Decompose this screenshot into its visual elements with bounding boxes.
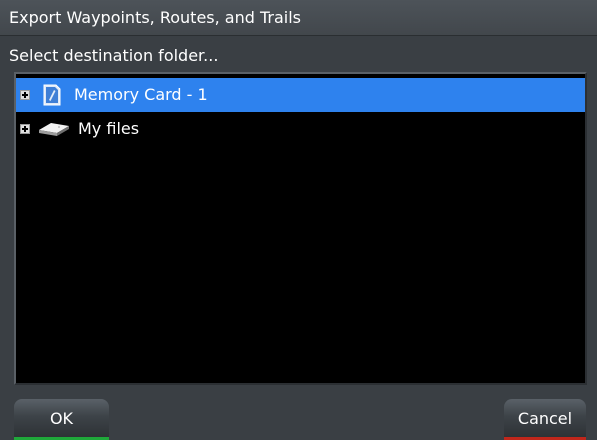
tree-item-label: My files [78,119,140,138]
folder-tree[interactable]: Memory Card - 1 My files [14,72,587,385]
export-dialog: Export Waypoints, Routes, and Trails Sel… [0,0,597,440]
tree-item-memory-card[interactable]: Memory Card - 1 [16,78,585,112]
drive-icon [39,123,69,136]
dialog-title: Export Waypoints, Routes, and Trails [0,0,597,36]
memory-card-icon [43,84,61,106]
tree-item-my-files[interactable]: My files [16,112,585,146]
ok-button[interactable]: OK [14,399,109,440]
expand-icon[interactable] [20,90,30,100]
expand-icon[interactable] [20,124,30,134]
tree-item-label: Memory Card - 1 [74,85,208,104]
destination-prompt: Select destination folder... [9,46,219,65]
cancel-button[interactable]: Cancel [504,399,586,440]
